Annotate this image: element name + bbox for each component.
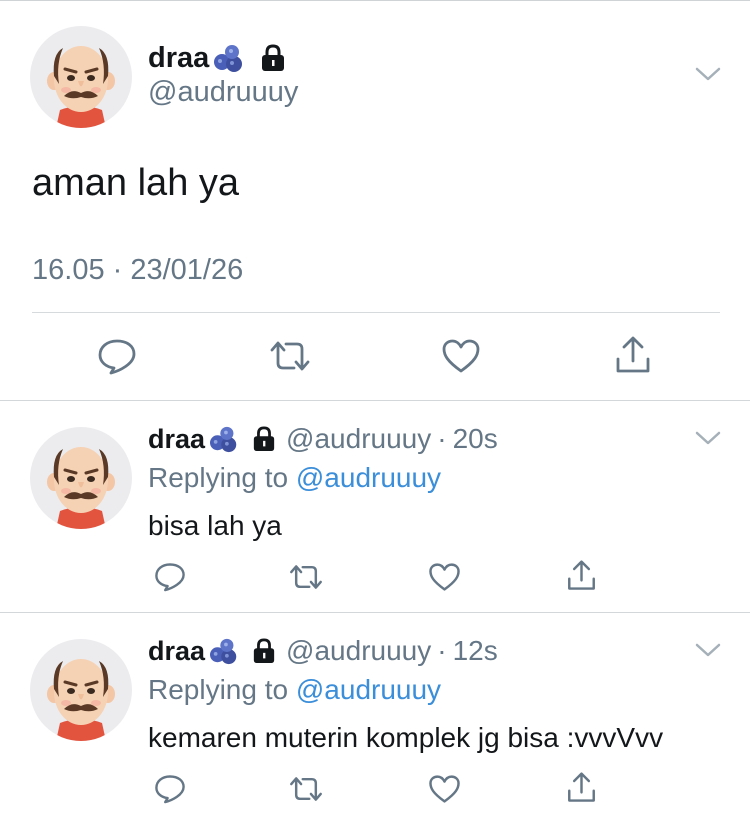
- blueberries-emoji-icon: [210, 426, 237, 453]
- share-icon: [568, 560, 595, 590]
- avatar[interactable]: [30, 639, 132, 741]
- retweet-icon: [270, 341, 310, 371]
- tweet-menu-button[interactable]: [694, 430, 722, 446]
- tweet-text: bisa lah ya: [148, 510, 282, 541]
- tweet-age[interactable]: 20s: [453, 423, 498, 455]
- memoji-avatar-icon: [47, 659, 115, 741]
- share-button[interactable]: [566, 771, 597, 804]
- retweet-icon: [290, 565, 322, 589]
- lock-icon: [253, 638, 275, 663]
- display-name[interactable]: draa: [148, 636, 205, 667]
- reply-icon: [155, 775, 185, 804]
- section-divider: [0, 612, 750, 613]
- share-icon: [568, 772, 595, 802]
- chevron-down-icon: [695, 643, 721, 657]
- like-button[interactable]: [428, 774, 461, 804]
- tweet-divider: [32, 312, 720, 313]
- replying-to-mention[interactable]: @audruuuy: [296, 674, 441, 705]
- author-handle[interactable]: @audruuuy: [286, 423, 431, 455]
- tweet-text: aman lah ya: [32, 162, 240, 204]
- avatar[interactable]: [30, 26, 132, 128]
- display-name[interactable]: draa: [148, 42, 209, 75]
- retweet-button[interactable]: [268, 339, 312, 373]
- replying-to-line: Replying to @audruuuy: [148, 462, 441, 494]
- like-icon: [429, 563, 460, 591]
- separator-dot: ·: [437, 635, 447, 666]
- blueberries-emoji-icon: [214, 45, 243, 72]
- like-icon: [429, 775, 460, 803]
- reply-header[interactable]: draa @audruuuy · 20s: [148, 419, 498, 459]
- reply-icon: [155, 563, 185, 592]
- like-button[interactable]: [428, 562, 461, 592]
- replying-to-prefix: Replying to: [148, 674, 289, 705]
- memoji-avatar-icon: [47, 447, 115, 529]
- share-icon: [616, 336, 650, 373]
- reply-button[interactable]: [154, 773, 186, 804]
- share-button[interactable]: [614, 335, 652, 375]
- separator-dot: ·: [437, 423, 447, 454]
- replying-to-prefix: Replying to: [148, 462, 289, 493]
- lock-icon: [253, 426, 275, 451]
- retweet-button[interactable]: [288, 563, 324, 591]
- like-button[interactable]: [441, 338, 481, 374]
- tweet-menu-button[interactable]: [694, 66, 722, 82]
- blueberries-emoji-icon: [210, 638, 237, 665]
- reply-icon: [98, 339, 136, 375]
- section-divider: [0, 400, 750, 401]
- reply-button[interactable]: [97, 337, 137, 375]
- top-divider: [0, 0, 750, 1]
- tweet-age[interactable]: 12s: [453, 635, 498, 667]
- replying-to-line: Replying to @audruuuy: [148, 674, 441, 706]
- replying-to-mention[interactable]: @audruuuy: [296, 462, 441, 493]
- author-name-row[interactable]: draa: [148, 38, 286, 78]
- share-button[interactable]: [566, 559, 597, 592]
- author-handle[interactable]: @audruuuy: [286, 635, 431, 667]
- lock-icon: [262, 44, 285, 71]
- tweet-text: kemaren muterin komplek jg bisa :vvvVvv: [148, 722, 664, 753]
- reply-header[interactable]: draa @audruuuy · 12s: [148, 631, 498, 671]
- memoji-avatar-icon: [47, 46, 115, 128]
- retweet-icon: [290, 777, 322, 801]
- chevron-down-icon: [695, 67, 721, 81]
- avatar[interactable]: [30, 427, 132, 529]
- author-handle[interactable]: @audruuuy: [148, 76, 298, 109]
- tweet-menu-button[interactable]: [694, 642, 722, 658]
- retweet-button[interactable]: [288, 775, 324, 803]
- reply-button[interactable]: [154, 561, 186, 592]
- display-name[interactable]: draa: [148, 424, 205, 455]
- chevron-down-icon: [695, 431, 721, 445]
- like-icon: [442, 339, 480, 373]
- tweet-timestamp[interactable]: 16.05 · 23/01/26: [32, 254, 243, 287]
